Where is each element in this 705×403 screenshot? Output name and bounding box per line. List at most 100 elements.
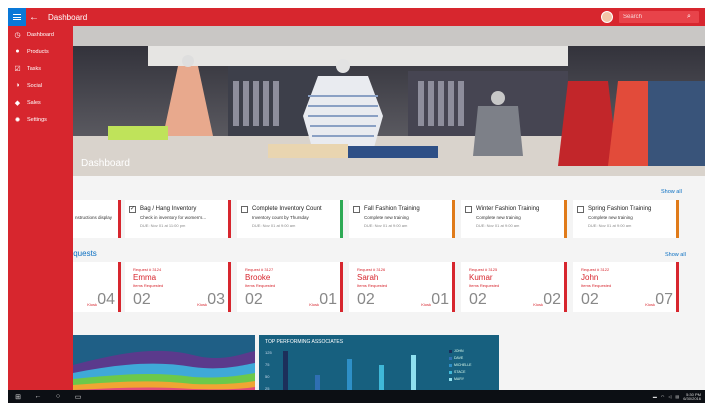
network-icon[interactable]: ◠ [661, 394, 665, 399]
legend-item: DAVE [449, 356, 463, 360]
request-card[interactable]: Request # 3122 John Items Requested 02 K… [573, 262, 679, 312]
request-items-label: Items Requested [245, 283, 276, 288]
request-kiosk-label: Kiosk [197, 302, 207, 307]
back-taskbar-icon[interactable]: ← [28, 390, 48, 403]
task-title: Bag / Hang Inventory [140, 206, 197, 212]
sidebar-item-settings[interactable]: ✹ Settings [8, 111, 73, 128]
task-checkbox[interactable] [353, 206, 360, 213]
sidebar-item-products[interactable]: ● Products [8, 43, 73, 60]
hero-title: Dashboard [81, 158, 130, 169]
task-due: DUE: Nov 01 at 9:00 am [588, 223, 632, 228]
windows-taskbar: ⊞ ← ○ ▭ ▬ ◠ ◁ ▤ 5:30 PM 6/30/2016 [8, 390, 705, 403]
task-checkbox[interactable] [577, 206, 584, 213]
request-bar [118, 262, 121, 312]
task-priority-bar [340, 200, 343, 238]
avatar[interactable] [601, 11, 613, 23]
start-button[interactable]: ⊞ [8, 390, 28, 403]
request-number: Request # 3122 [581, 267, 610, 272]
request-kiosk-label: Kiosk [533, 302, 543, 307]
cart-icon: ● [15, 48, 20, 55]
sales-area-chart [73, 335, 255, 390]
task-card[interactable]: ✓ Bag / Hang Inventory Check in inventor… [125, 200, 231, 238]
store-photo [8, 26, 705, 176]
request-bar [452, 262, 455, 312]
title-bar: ← Dashboard ⌕ [8, 8, 705, 26]
request-items-label: Items Requested [581, 283, 612, 288]
request-kiosk-label: Kiosk [309, 302, 319, 307]
sidebar-item-sales[interactable]: ◆ Sales [8, 94, 73, 111]
legend-item: STACE [449, 370, 465, 374]
request-bar [564, 262, 567, 312]
task-priority-bar [564, 200, 567, 238]
request-number: Request # 3126 [357, 267, 386, 272]
task-priority-bar [118, 200, 121, 238]
checkbox-icon: ☑ [14, 65, 21, 73]
task-card[interactable]: Complete Inventory Count Inventory count… [237, 200, 343, 238]
request-card-partial[interactable]: Kiosk 04 [73, 262, 121, 312]
request-card[interactable]: Request # 3124 Emma Items Requested 02 K… [125, 262, 231, 312]
request-item-count: 02 [581, 291, 599, 308]
task-card-partial[interactable]: nstructions display [73, 200, 121, 238]
tasks-show-all-link[interactable]: Show all [661, 189, 682, 195]
request-customer: Brooke [245, 273, 271, 282]
task-card[interactable]: Winter Fashion Training Complete new tra… [461, 200, 567, 238]
task-due: DUE: Nov 01 at 11:00 pm [140, 223, 186, 228]
requests-show-all-link[interactable]: Show all [665, 252, 686, 258]
volume-icon[interactable]: ◁ [668, 394, 671, 399]
app-window: Dashboard ← Dashboard ⌕ ◷ Dashboard ● Pr… [0, 0, 705, 403]
back-button[interactable]: ← [26, 12, 42, 23]
request-number: Request # 3127 [245, 267, 274, 272]
task-checkbox[interactable]: ✓ [129, 206, 136, 213]
request-bar [676, 262, 679, 312]
sidebar: ◷ Dashboard ● Products ☑ Tasks ◑ Social … [8, 26, 73, 390]
battery-icon[interactable]: ▬ [653, 394, 657, 399]
hamburger-menu-button[interactable] [8, 8, 26, 26]
request-card[interactable]: Request # 3125 Kumar Items Requested 02 … [461, 262, 567, 312]
request-bar [340, 262, 343, 312]
task-due: DUE: Nov 01 at 9:00 am [364, 223, 408, 228]
request-bar [228, 262, 231, 312]
hero-banner: Dashboard [8, 26, 705, 176]
requests-title: Requests [73, 249, 97, 258]
sidebar-item-label: Settings [27, 116, 47, 123]
request-items-label: Items Requested [133, 283, 164, 288]
request-customer: John [581, 273, 599, 282]
sidebar-item-label: Social [27, 82, 42, 89]
task-view-icon[interactable]: ▭ [68, 390, 88, 403]
legend-item: JOHN [449, 349, 464, 353]
task-checkbox[interactable] [241, 206, 248, 213]
sidebar-item-dashboard[interactable]: ◷ Dashboard [8, 26, 73, 43]
cortana-icon[interactable]: ○ [48, 390, 68, 403]
clock[interactable]: 5:30 PM 6/30/2016 [683, 392, 701, 401]
task-due: DUE: Nov 01 at 9:00 am [252, 223, 296, 228]
sidebar-item-label: Sales [27, 99, 41, 106]
sidebar-item-social[interactable]: ◑ Social [8, 77, 73, 94]
request-item-count: 02 [133, 291, 151, 308]
tag-icon: ◆ [14, 99, 21, 107]
search-box[interactable]: ⌕ [619, 11, 699, 23]
task-card[interactable]: Fall Fashion Training Complete new train… [349, 200, 455, 238]
request-kiosk-label: Kiosk [645, 302, 655, 307]
people-icon: ◑ [15, 82, 20, 89]
task-due: DUE: Nov 01 at 9:00 am [476, 223, 520, 228]
task-desc: Complete new training [476, 215, 521, 220]
task-desc: Inventory count by Thursday [252, 215, 309, 220]
request-card[interactable]: Request # 3126 Sarah Items Requested 02 … [349, 262, 455, 312]
sidebar-item-tasks[interactable]: ☑ Tasks [8, 60, 73, 77]
sidebar-item-label: Dashboard [27, 31, 54, 38]
task-priority-bar [676, 200, 679, 238]
request-number: Request # 3125 [469, 267, 498, 272]
search-input[interactable] [623, 14, 687, 20]
clock-icon: ◷ [14, 31, 21, 39]
request-card[interactable]: Request # 3127 Brooke Items Requested 02… [237, 262, 343, 312]
task-card[interactable]: Spring Fashion Training Complete new tra… [573, 200, 679, 238]
task-desc: Complete new training [364, 215, 409, 220]
search-icon[interactable]: ⌕ [687, 13, 691, 21]
sidebar-item-label: Products [27, 48, 49, 55]
request-kiosk-label: Kiosk [421, 302, 431, 307]
legend-item: MARY [449, 377, 464, 381]
sidebar-item-label: Tasks [27, 65, 42, 72]
request-kiosk-number: 01 [431, 291, 449, 308]
notifications-icon[interactable]: ▤ [675, 394, 679, 399]
task-checkbox[interactable] [465, 206, 472, 213]
